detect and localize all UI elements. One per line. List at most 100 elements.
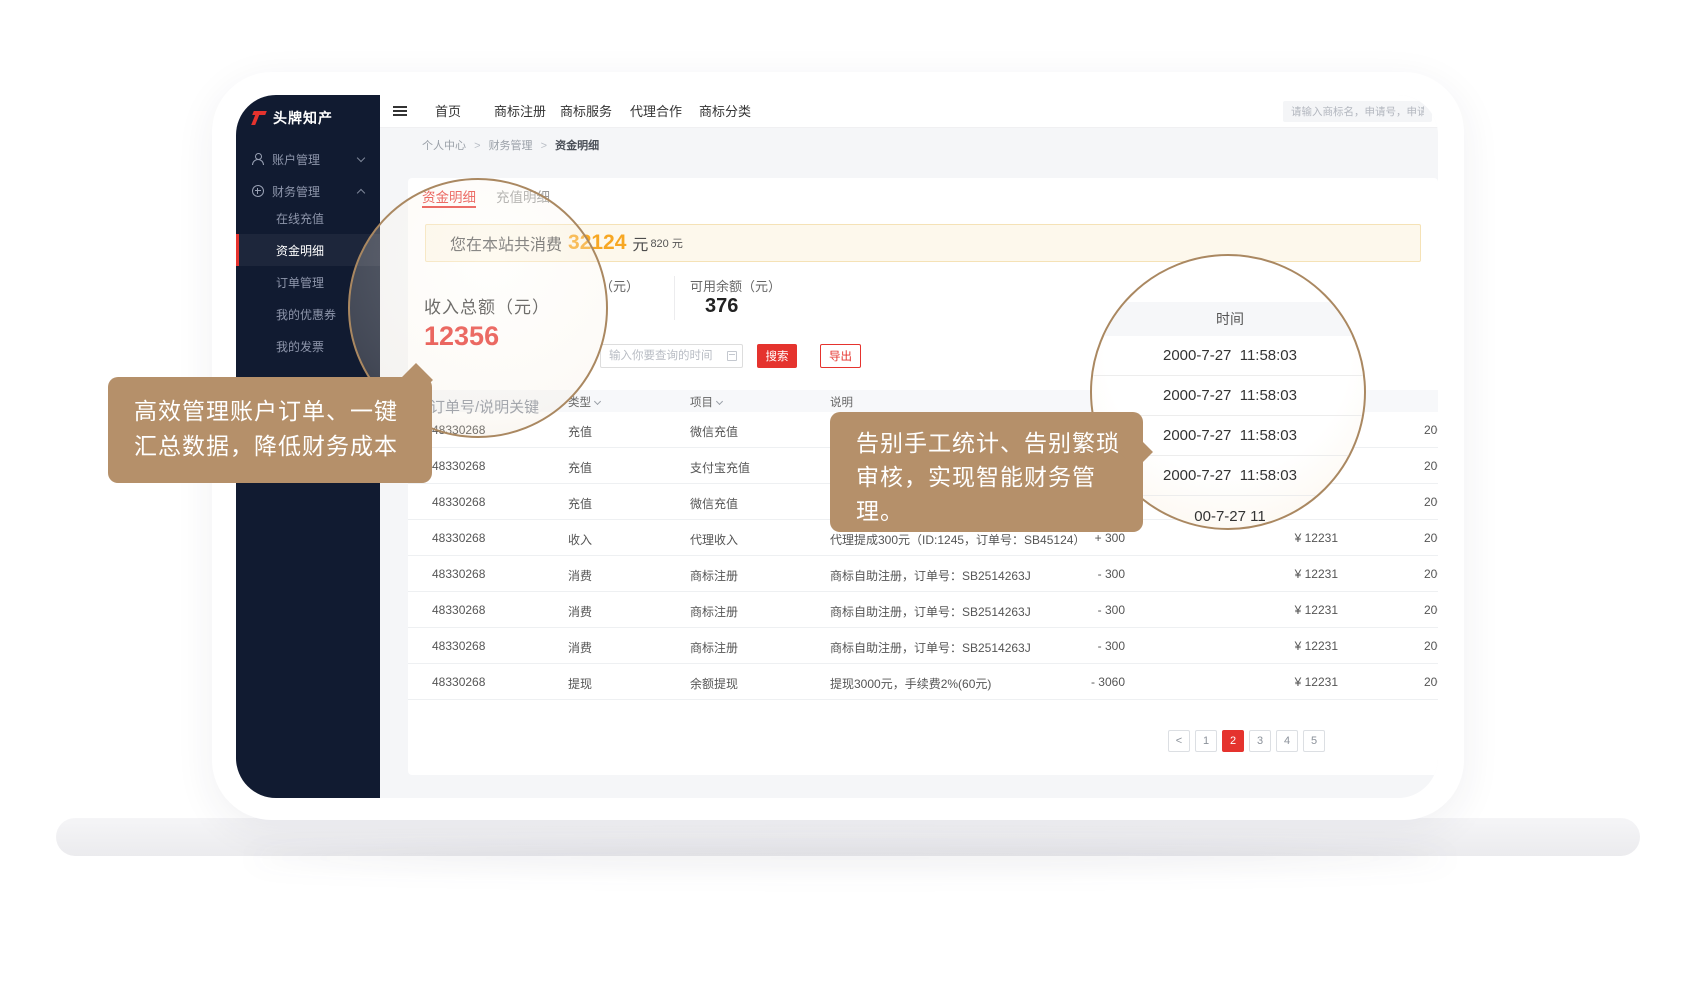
- breadcrumb-item[interactable]: 财务管理: [489, 140, 533, 152]
- cell-project: 商标注册: [690, 603, 738, 620]
- callout-line: 审核，实现智能财务管: [856, 460, 1143, 494]
- nav-trademark-register[interactable]: 商标注册: [494, 95, 546, 128]
- cell-order: 48330268: [432, 639, 485, 653]
- brand-logo-icon: [251, 110, 268, 126]
- cell-type: 收入: [568, 531, 592, 548]
- table-row: 48330268 提现 余额提现 提现3000元，手续费2%(60元) - 30…: [408, 664, 1438, 700]
- sort-caret-icon: [716, 398, 723, 405]
- cell-order: 48330268: [432, 675, 485, 689]
- calendar-icon[interactable]: [727, 351, 737, 361]
- table-row: 48330268 消费 商标注册 商标自助注册，订单号：SB2514263J -…: [408, 628, 1438, 664]
- col-order-header-magnified: 订单号/说明关键: [430, 396, 539, 417]
- cell-time: 2000-7-27 11:58:03: [1424, 495, 1438, 509]
- active-indicator: [236, 234, 239, 266]
- callout-line: 告别手工统计、告别繁琐: [856, 426, 1143, 460]
- col-type-header[interactable]: 类型: [568, 394, 600, 410]
- pagination-page-4[interactable]: 4: [1276, 730, 1298, 752]
- callout-line: 高效管理账户订单、一键: [134, 394, 432, 429]
- nav-agent-cooperation[interactable]: 代理合作: [630, 95, 682, 128]
- banner-remnant: 820 元: [650, 235, 682, 251]
- cell-type: 消费: [568, 603, 592, 620]
- sidebar-sub-label: 资金明细: [276, 242, 324, 259]
- sidebar-sub-label: 订单管理: [276, 274, 324, 291]
- table-row: 48330268 消费 商标注册 商标自助注册，订单号：SB2514263J -…: [408, 592, 1438, 628]
- cell-project: 微信充值: [690, 423, 738, 440]
- page: 头牌知产 账户管理 财务管理 在线充值 资金明细 订单管理: [0, 0, 1696, 1002]
- cell-desc: 商标自助注册，订单号：SB2514263J: [830, 567, 1031, 584]
- cell-project: 余额提现: [690, 675, 738, 692]
- sidebar-sub-label: 在线充值: [276, 210, 324, 227]
- nav-trademark-category[interactable]: 商标分类: [699, 95, 751, 128]
- cell-project: 代理收入: [690, 531, 738, 548]
- sort-caret-icon: [594, 398, 601, 405]
- callout-line: 汇总数据，降低财务成本: [134, 429, 432, 464]
- cell-order: 48330268: [432, 495, 485, 509]
- cell-desc: 商标自助注册，订单号：SB2514263J: [830, 603, 1031, 620]
- cell-balance: ¥ 12231: [1198, 639, 1338, 653]
- breadcrumb-item[interactable]: 个人中心: [422, 140, 466, 152]
- col-desc-header: 说明: [830, 394, 853, 410]
- table-row: 48330268 消费 商标注册 商标自助注册，订单号：SB2514263J -…: [408, 556, 1438, 592]
- person-icon: [252, 153, 264, 165]
- sidebar-item-orders[interactable]: 订单管理: [236, 266, 380, 298]
- col-type-label: 类型: [568, 397, 591, 409]
- sidebar-item-label: 财务管理: [272, 183, 320, 200]
- nav-home[interactable]: 首页: [435, 95, 461, 128]
- cell-type: 消费: [568, 567, 592, 584]
- col-project-label: 项目: [690, 397, 713, 409]
- tab-fund-detail[interactable]: 资金明细: [422, 186, 476, 206]
- cell-project: 微信充值: [690, 495, 738, 512]
- pagination-page-1[interactable]: 1: [1195, 730, 1217, 752]
- cell-type: 充值: [568, 459, 592, 476]
- available-balance-value: 376: [705, 295, 738, 318]
- chevron-up-icon: [357, 188, 365, 196]
- cell-order: 48330268: [432, 531, 485, 545]
- cell-amount: - 300: [1025, 603, 1125, 617]
- search-button[interactable]: 搜索: [757, 344, 797, 368]
- date-query-input[interactable]: [600, 344, 743, 368]
- brand-logo[interactable]: 头牌知产: [251, 108, 333, 128]
- cell-order: 48330268: [432, 423, 485, 437]
- nav-trademark-services[interactable]: 商标服务: [560, 95, 612, 128]
- banner-amount: 32124: [568, 231, 626, 255]
- pagination-prev-button[interactable]: <: [1168, 730, 1190, 752]
- sidebar-item-fund-detail[interactable]: 资金明细: [236, 234, 380, 266]
- sidebar-sub-label: 我的优惠券: [276, 306, 336, 323]
- income-total-value: 12356: [424, 321, 499, 352]
- hamburger-menu-icon[interactable]: [393, 106, 407, 108]
- tab-recharge-detail[interactable]: 充值明细: [496, 186, 550, 206]
- cell-balance: ¥ 12231: [1198, 603, 1338, 617]
- cell-balance: ¥ 12231: [1198, 675, 1338, 689]
- consumption-banner: 您在本站共消费 32124 元 820 元: [425, 224, 1421, 262]
- sidebar-item-coupons[interactable]: 我的优惠券: [236, 298, 380, 330]
- sidebar-item-invoices[interactable]: 我的发票: [236, 330, 380, 362]
- middle-stat-label: （元）: [600, 276, 639, 295]
- available-balance-label: 可用余额（元）: [690, 276, 781, 295]
- chevron-down-icon: [357, 153, 365, 161]
- left-callout: 高效管理账户订单、一键 汇总数据，降低财务成本: [108, 377, 432, 483]
- cell-time: 2000-7-27 11:58:03: [1424, 459, 1438, 473]
- cell-time: 2000-7-27 11:58:03: [1424, 423, 1438, 437]
- cell-order: 48330268: [432, 459, 485, 473]
- breadcrumb-current: 资金明细: [555, 140, 599, 152]
- sidebar-item-online-recharge[interactable]: 在线充值: [236, 202, 380, 234]
- pagination-page-3[interactable]: 3: [1249, 730, 1271, 752]
- cell-amount: + 300: [1025, 531, 1125, 545]
- col-project-header[interactable]: 项目: [690, 394, 722, 410]
- pagination-page-5[interactable]: 5: [1303, 730, 1325, 752]
- sidebar-item-label: 账户管理: [272, 151, 320, 168]
- sidebar-item-account[interactable]: 账户管理: [236, 143, 380, 175]
- cell-time: 2000-7-27 11:58:03: [1424, 531, 1438, 545]
- cell-balance: ¥ 12231: [1198, 567, 1338, 581]
- global-search-input[interactable]: [1283, 101, 1432, 122]
- laptop-shadow: [250, 846, 1450, 870]
- sidebar-sub-label: 我的发票: [276, 338, 324, 355]
- export-button[interactable]: 导出: [820, 344, 861, 368]
- cell-time: 2000-7-27 11:58:03: [1424, 675, 1438, 689]
- cell-balance: ¥ 12231: [1198, 531, 1338, 545]
- breadcrumb-separator: >: [541, 140, 547, 152]
- income-total-label: 收入总额（元）: [424, 293, 550, 318]
- pagination-page-2-active[interactable]: 2: [1222, 730, 1244, 752]
- cell-desc: 商标自助注册，订单号：SB2514263J: [830, 639, 1031, 656]
- cell-time: 2000-7-27 11:58:03: [1424, 639, 1438, 653]
